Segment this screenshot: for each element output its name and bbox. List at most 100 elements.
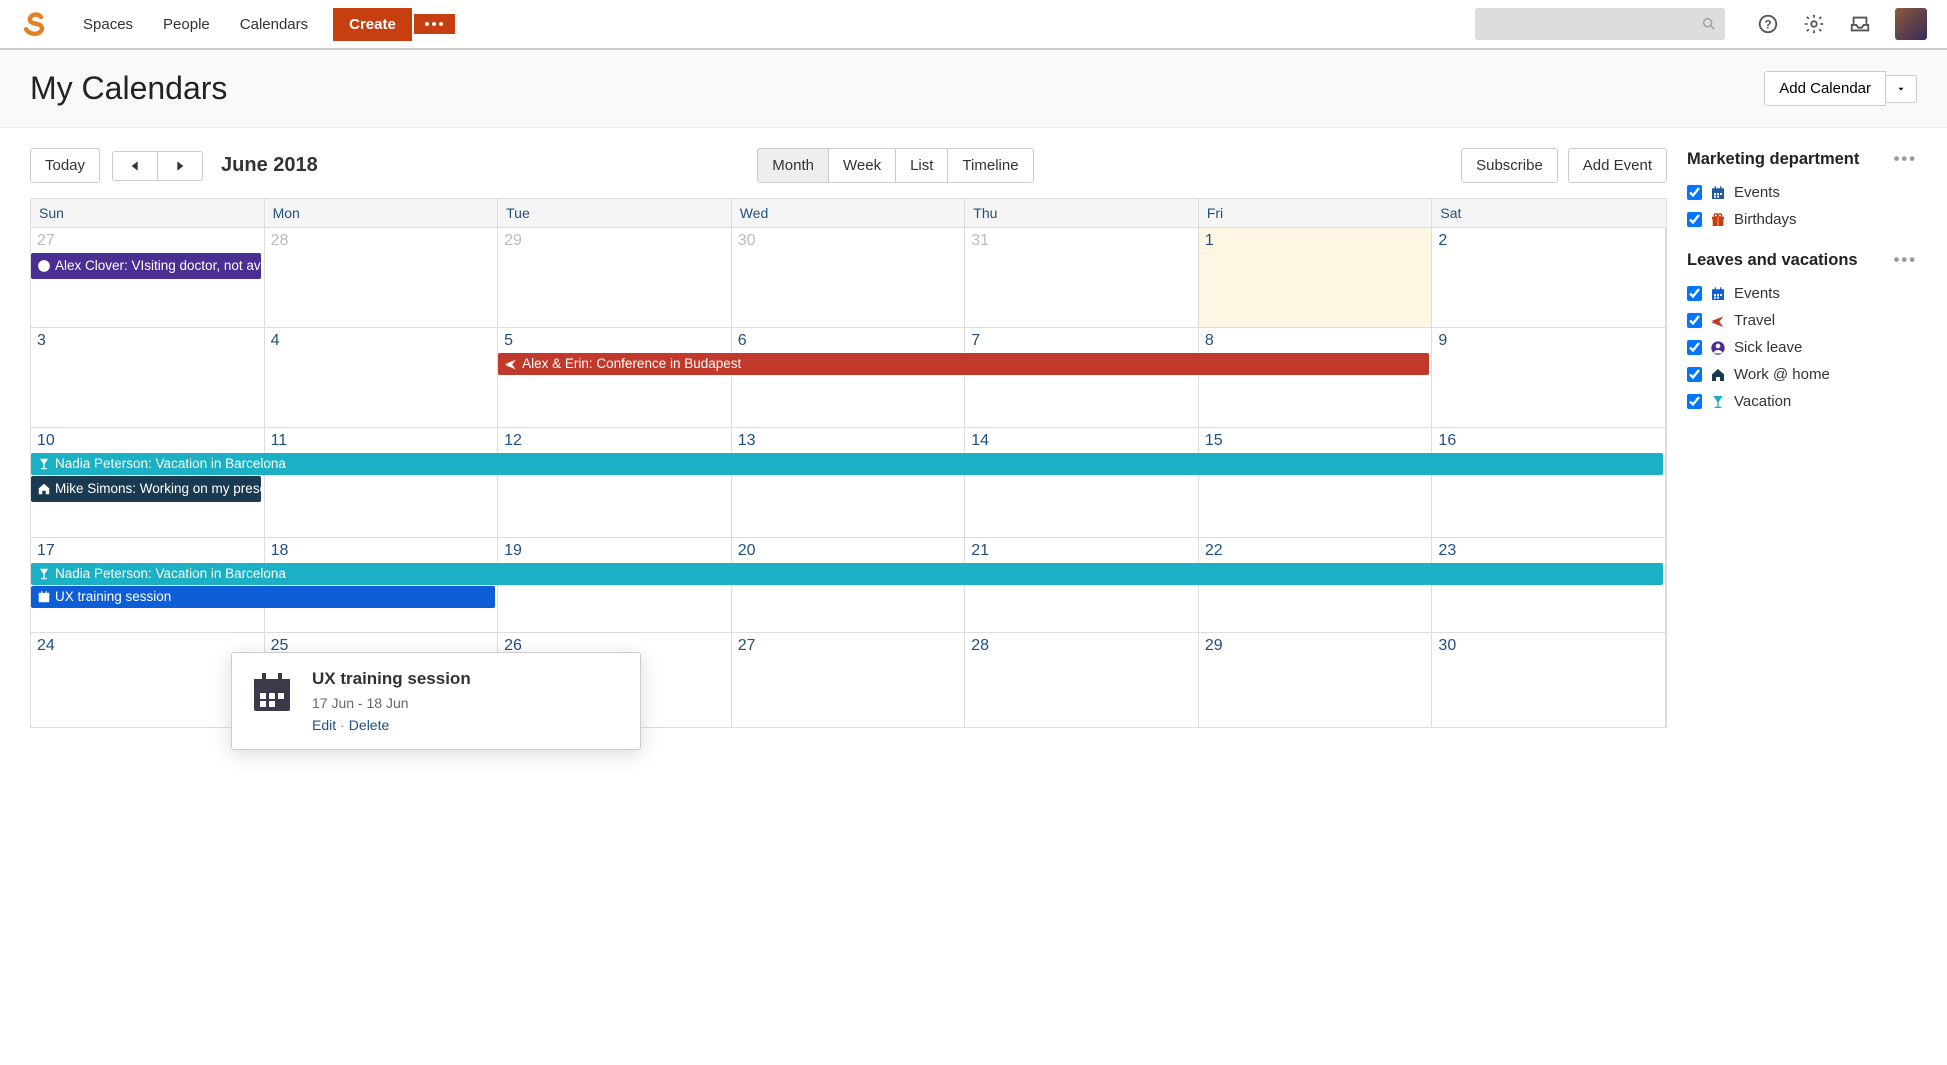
day-cell[interactable]: 27 — [732, 632, 966, 727]
calendar-event[interactable]: Alex & Erin: Conference in Budapest — [498, 353, 1429, 375]
day-number: 3 — [37, 332, 258, 350]
day-cell[interactable]: 16 — [1432, 427, 1666, 537]
sidebar-item[interactable]: Events — [1687, 179, 1917, 206]
calendar-icon — [37, 590, 51, 604]
more-button[interactable] — [414, 14, 455, 34]
calendar-icon — [248, 669, 296, 733]
next-button[interactable] — [157, 151, 203, 181]
calendar-toggle[interactable] — [1687, 340, 1702, 355]
calendar-event[interactable]: Nadia Peterson: Vacation in Barcelona — [31, 453, 1663, 475]
day-cell[interactable]: 2 — [1432, 227, 1666, 327]
day-cell[interactable]: 28 — [965, 632, 1199, 727]
day-cell[interactable]: 7 — [965, 327, 1199, 427]
day-number: 30 — [738, 232, 959, 250]
sidebar-item[interactable]: Vacation — [1687, 388, 1917, 415]
day-cell[interactable]: 4 — [265, 327, 499, 427]
sidebar-item-label: Travel — [1734, 312, 1775, 329]
day-header: Wed — [732, 199, 966, 227]
sidebar-item[interactable]: Work @ home — [1687, 361, 1917, 388]
gear-icon[interactable] — [1803, 13, 1825, 35]
nav-calendars[interactable]: Calendars — [225, 16, 323, 33]
day-number: 29 — [1205, 637, 1426, 655]
more-icon[interactable]: ••• — [1894, 251, 1917, 270]
delete-link[interactable]: Delete — [349, 717, 389, 733]
day-cell[interactable]: 5 — [498, 327, 732, 427]
create-button[interactable]: Create — [333, 8, 412, 41]
day-number: 22 — [1205, 542, 1426, 560]
sidebar-item-label: Events — [1734, 285, 1780, 302]
view-week[interactable]: Week — [828, 148, 896, 183]
day-cell[interactable]: 29 — [1199, 632, 1433, 727]
inbox-icon[interactable] — [1849, 13, 1871, 35]
day-number: 10 — [37, 432, 258, 450]
day-number: 14 — [971, 432, 1192, 450]
calendar-event[interactable]: Mike Simons: Working on my presentation — [31, 476, 261, 502]
day-cell[interactable]: 14 — [965, 427, 1199, 537]
calendar-toggle[interactable] — [1687, 286, 1702, 301]
nav-spaces[interactable]: Spaces — [68, 16, 148, 33]
calendar-icon — [1710, 286, 1726, 302]
day-header: Thu — [965, 199, 1199, 227]
add-calendar-dropdown[interactable] — [1886, 75, 1917, 103]
day-cell[interactable]: 6 — [732, 327, 966, 427]
day-cell[interactable]: 1 — [1199, 227, 1433, 327]
day-cell[interactable]: 8 — [1199, 327, 1433, 427]
calendar-toggle[interactable] — [1687, 367, 1702, 382]
user-icon — [37, 259, 51, 273]
sidebar-group-header: Marketing department••• — [1687, 150, 1917, 169]
calendar-toggle[interactable] — [1687, 394, 1702, 409]
home-icon — [37, 482, 51, 496]
help-icon[interactable] — [1757, 13, 1779, 35]
day-number: 11 — [271, 432, 492, 450]
view-switcher: Month Week List Timeline — [757, 148, 1033, 183]
sidebar-item-label: Work @ home — [1734, 366, 1830, 383]
day-cell[interactable]: 29 — [498, 227, 732, 327]
popover-title: UX training session — [312, 669, 471, 689]
view-list[interactable]: List — [895, 148, 948, 183]
nav-people[interactable]: People — [148, 16, 225, 33]
calendar-toggle[interactable] — [1687, 185, 1702, 200]
sidebar-item[interactable]: Sick leave — [1687, 334, 1917, 361]
view-month[interactable]: Month — [757, 148, 829, 183]
day-cell[interactable]: 31 — [965, 227, 1199, 327]
add-event-button[interactable]: Add Event — [1568, 148, 1667, 183]
calendar-toggle[interactable] — [1687, 212, 1702, 227]
day-cell[interactable]: 3 — [31, 327, 265, 427]
calendar-toggle[interactable] — [1687, 313, 1702, 328]
day-cell[interactable]: 11 — [265, 427, 499, 537]
subscribe-button[interactable]: Subscribe — [1461, 148, 1558, 183]
sidebar-item[interactable]: Travel — [1687, 307, 1917, 334]
home-icon — [1710, 367, 1726, 383]
day-cell[interactable]: 28 — [265, 227, 499, 327]
day-cell[interactable]: 24 — [31, 632, 265, 727]
sidebar-item-label: Vacation — [1734, 393, 1791, 410]
day-cell[interactable]: 15 — [1199, 427, 1433, 537]
day-cell[interactable]: 30 — [732, 227, 966, 327]
day-cell[interactable]: 9 — [1432, 327, 1666, 427]
plane-icon — [1710, 313, 1726, 329]
more-icon[interactable]: ••• — [1894, 150, 1917, 169]
prev-button[interactable] — [112, 151, 158, 181]
day-cell[interactable]: 13 — [732, 427, 966, 537]
day-number: 19 — [504, 542, 725, 560]
calendar-icon — [1710, 185, 1726, 201]
add-calendar-button[interactable]: Add Calendar — [1764, 71, 1886, 106]
day-number: 4 — [271, 332, 492, 350]
calendar-event[interactable]: UX training session — [31, 586, 495, 608]
day-number: 7 — [971, 332, 1192, 350]
view-timeline[interactable]: Timeline — [947, 148, 1033, 183]
sidebar-item-label: Birthdays — [1734, 211, 1797, 228]
sidebar-item[interactable]: Events — [1687, 280, 1917, 307]
avatar[interactable] — [1895, 8, 1927, 40]
calendar-event[interactable]: Alex Clover: VIsiting doctor, not availa… — [31, 253, 261, 279]
today-button[interactable]: Today — [30, 148, 100, 183]
day-cell[interactable]: 30 — [1432, 632, 1666, 727]
day-number: 29 — [504, 232, 725, 250]
sidebar-item[interactable]: Birthdays — [1687, 206, 1917, 233]
edit-link[interactable]: Edit — [312, 717, 336, 733]
day-cell[interactable]: 12 — [498, 427, 732, 537]
search-input[interactable] — [1475, 8, 1725, 40]
day-header: Tue — [498, 199, 732, 227]
logo-icon[interactable] — [20, 10, 68, 38]
calendar-event[interactable]: Nadia Peterson: Vacation in Barcelona — [31, 563, 1663, 585]
